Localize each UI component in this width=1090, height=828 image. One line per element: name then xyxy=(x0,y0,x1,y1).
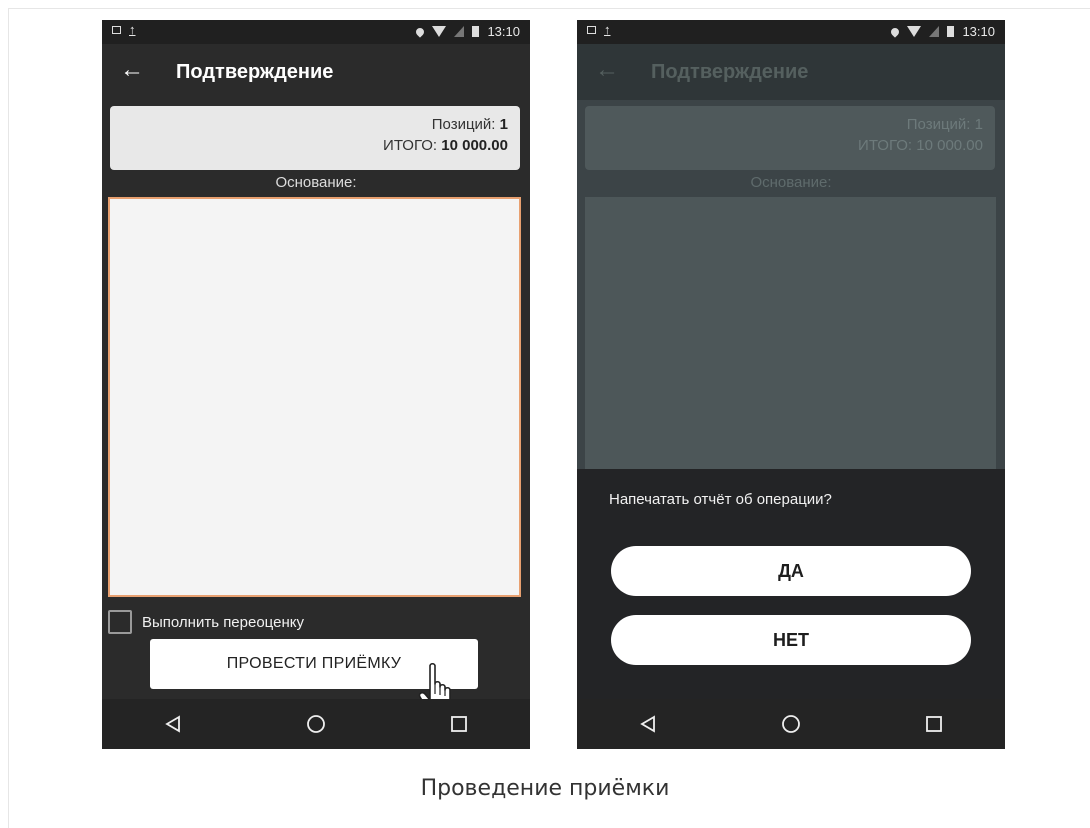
figure-caption: Проведение приёмки xyxy=(420,776,670,801)
app-bar-dimmed: ← Подтверждение xyxy=(577,44,1005,100)
basis-label-dimmed: Основание: xyxy=(750,174,832,191)
status-time: 13:10 xyxy=(962,24,995,39)
page-title: Подтверждение xyxy=(176,61,334,83)
order-summary-dimmed: Позиций: 1 ИТОГО: 10 000.00 xyxy=(585,106,995,170)
phone-screen-print-dialog: ↑ 13:10 ← Подтверждение Позиций: 1 ИТОГО… xyxy=(577,20,1005,749)
positions-label: Позиций: xyxy=(431,116,500,133)
positions-row: Позиций: 1 xyxy=(110,114,508,135)
revaluation-option[interactable]: Выполнить переоценку xyxy=(108,609,304,635)
status-time: 13:10 xyxy=(487,24,520,39)
positions-value: 1 xyxy=(974,116,983,133)
app-bar: ← Подтверждение xyxy=(102,44,530,100)
signal-icon xyxy=(929,26,940,37)
positions-row: Позиций: 1 xyxy=(585,114,983,135)
back-arrow-icon: ← xyxy=(595,56,619,83)
total-row: ИТОГО: 10 000.00 xyxy=(110,135,508,156)
android-nav-bar xyxy=(102,699,530,749)
back-arrow-icon[interactable]: ← xyxy=(120,58,144,82)
no-button[interactable]: НЕТ xyxy=(611,615,971,665)
positions-label: Позиций: xyxy=(906,116,975,133)
upload-icon: ↑ xyxy=(129,22,136,37)
wifi-icon xyxy=(907,26,922,37)
status-bar: ↑ 13:10 xyxy=(577,20,1005,44)
status-bar: ↑ 13:10 xyxy=(102,20,530,44)
location-icon xyxy=(414,25,427,38)
total-label: ИТОГО: xyxy=(383,137,442,154)
home-circle-icon[interactable] xyxy=(296,704,336,744)
print-report-dialog: Напечатать отчёт об операции? ДА НЕТ xyxy=(577,469,1005,699)
total-label: ИТОГО: xyxy=(858,137,917,154)
image-icon xyxy=(112,26,121,34)
back-triangle-icon[interactable] xyxy=(153,704,193,744)
positions-value: 1 xyxy=(499,116,508,133)
android-nav-bar xyxy=(577,699,1005,749)
revaluation-checkbox[interactable] xyxy=(108,610,132,634)
phone-screen-confirmation: ↑ 13:10 ← Подтверждение Позиций: 1 ИТОГО… xyxy=(102,20,530,749)
signal-icon xyxy=(454,26,465,37)
yes-button[interactable]: ДА xyxy=(611,546,971,596)
basis-label: Основание: xyxy=(275,174,357,191)
wifi-icon xyxy=(432,26,447,37)
total-value: 10 000.00 xyxy=(441,137,508,154)
page-title: Подтверждение xyxy=(651,61,809,83)
basis-textarea[interactable] xyxy=(108,197,521,597)
recents-square-icon[interactable] xyxy=(439,704,479,744)
image-icon xyxy=(587,26,596,34)
battery-icon xyxy=(947,26,955,37)
location-icon xyxy=(889,25,902,38)
basis-textarea-dimmed xyxy=(585,197,996,469)
recents-square-icon[interactable] xyxy=(914,704,954,744)
back-triangle-icon[interactable] xyxy=(628,704,668,744)
dialog-question: Напечатать отчёт об операции? xyxy=(609,491,832,508)
battery-icon xyxy=(472,26,480,37)
order-summary: Позиций: 1 ИТОГО: 10 000.00 xyxy=(110,106,520,170)
total-row: ИТОГО: 10 000.00 xyxy=(585,135,983,156)
home-circle-icon[interactable] xyxy=(771,704,811,744)
upload-icon: ↑ xyxy=(604,22,611,37)
total-value: 10 000.00 xyxy=(916,137,983,154)
revaluation-label: Выполнить переоценку xyxy=(142,613,304,631)
